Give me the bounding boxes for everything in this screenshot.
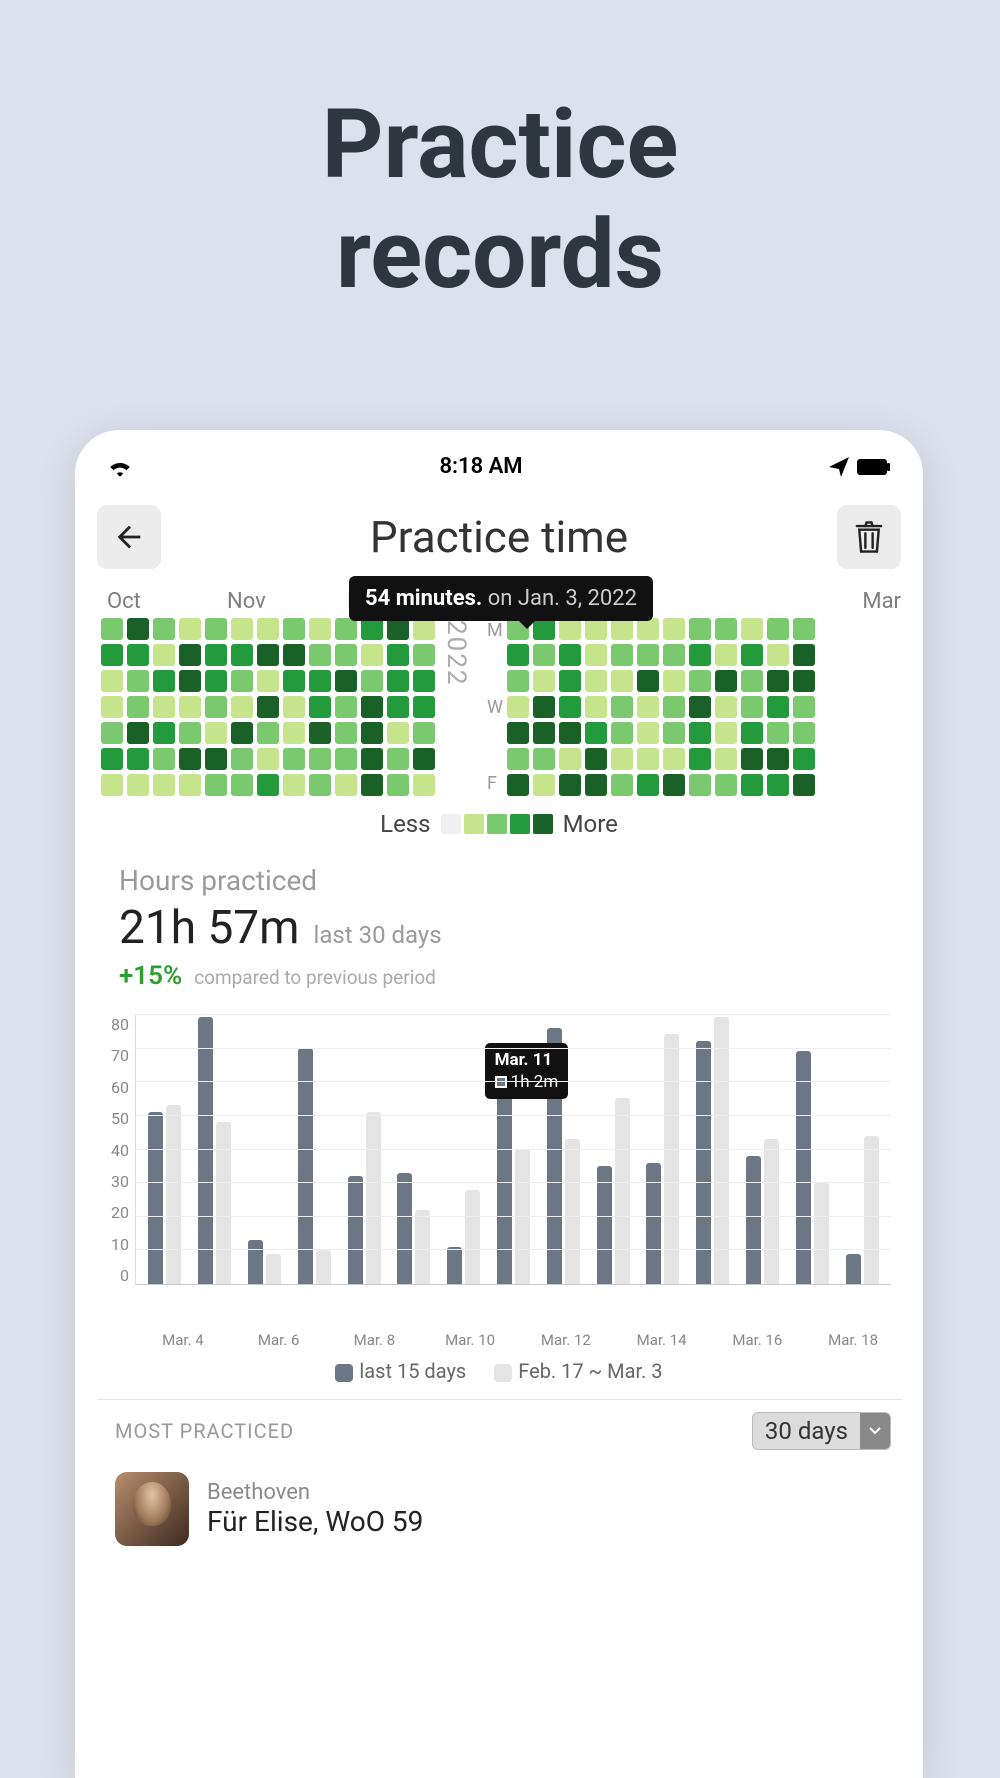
most-practiced-header: MOST PRACTICED 30 days	[97, 1399, 901, 1458]
piece-row[interactable]: Beethoven Für Elise, WoO 59	[97, 1458, 901, 1546]
bar-chart[interactable]: 80706050403020100 Mar. 11 1h 2m	[111, 1015, 891, 1325]
page-title: Practice time	[370, 511, 628, 563]
chevron-down-icon	[860, 1413, 890, 1449]
x-axis: Mar. 4Mar. 6Mar. 8Mar. 10Mar. 12Mar. 14M…	[97, 1325, 901, 1349]
status-bar: 8:18 AM	[97, 450, 901, 497]
bar-pair[interactable]	[441, 1190, 487, 1285]
dow-labels: MWF	[487, 618, 503, 796]
chart-plot: Mar. 11 1h 2m	[135, 1015, 891, 1285]
delta-percent: +15%	[119, 961, 182, 991]
status-time: 8:18 AM	[439, 454, 522, 479]
header: Practice time	[97, 497, 901, 581]
hours-practiced-label: Hours practiced	[97, 846, 901, 901]
chart-legend: last 15 days Feb. 17 ~ Mar. 3	[97, 1349, 901, 1393]
composer-avatar	[115, 1472, 189, 1546]
hours-practiced-value: 21h 57m last 30 days	[97, 901, 901, 955]
wifi-icon	[107, 457, 133, 477]
most-practiced-label: MOST PRACTICED	[115, 1419, 294, 1443]
year-label: 2022	[441, 620, 471, 796]
back-button[interactable]	[97, 505, 161, 569]
arrow-left-icon	[112, 520, 146, 554]
heatmap[interactable]: 54 minutes. on Jan. 3, 2022 2022MWF	[97, 618, 901, 796]
range-dropdown[interactable]: 30 days	[752, 1412, 891, 1450]
heatmap-tooltip: 54 minutes. on Jan. 3, 2022	[349, 576, 653, 621]
bar-pair[interactable]	[640, 1034, 686, 1284]
bar-pair[interactable]	[690, 1017, 736, 1284]
heatmap-legend: Less More	[97, 796, 901, 846]
bar-pair[interactable]	[839, 1136, 885, 1285]
chart-tooltip: Mar. 11 1h 2m	[485, 1043, 569, 1099]
delete-button[interactable]	[837, 505, 901, 569]
bar-pair[interactable]	[391, 1173, 437, 1284]
piece-title: Für Elise, WoO 59	[207, 1505, 423, 1538]
bar-pair[interactable]	[142, 1105, 188, 1284]
composer-name: Beethoven	[207, 1480, 423, 1505]
trash-icon	[854, 520, 884, 554]
battery-icon	[857, 459, 891, 475]
location-icon	[829, 457, 849, 477]
bar-pair[interactable]	[590, 1098, 636, 1284]
bar-pair[interactable]	[740, 1139, 786, 1284]
hero-title: Practicerecords	[0, 0, 1000, 311]
y-axis: 80706050403020100	[111, 1015, 135, 1285]
bar-pair[interactable]	[242, 1240, 288, 1284]
delta-row: +15% compared to previous period	[97, 955, 901, 1005]
bar-pair[interactable]	[192, 1017, 238, 1284]
bar-pair[interactable]	[491, 1075, 537, 1284]
phone-frame: 8:18 AM Practice time Oct Nov Dec Mar 54…	[75, 430, 923, 1778]
bar-pair[interactable]	[341, 1112, 387, 1284]
